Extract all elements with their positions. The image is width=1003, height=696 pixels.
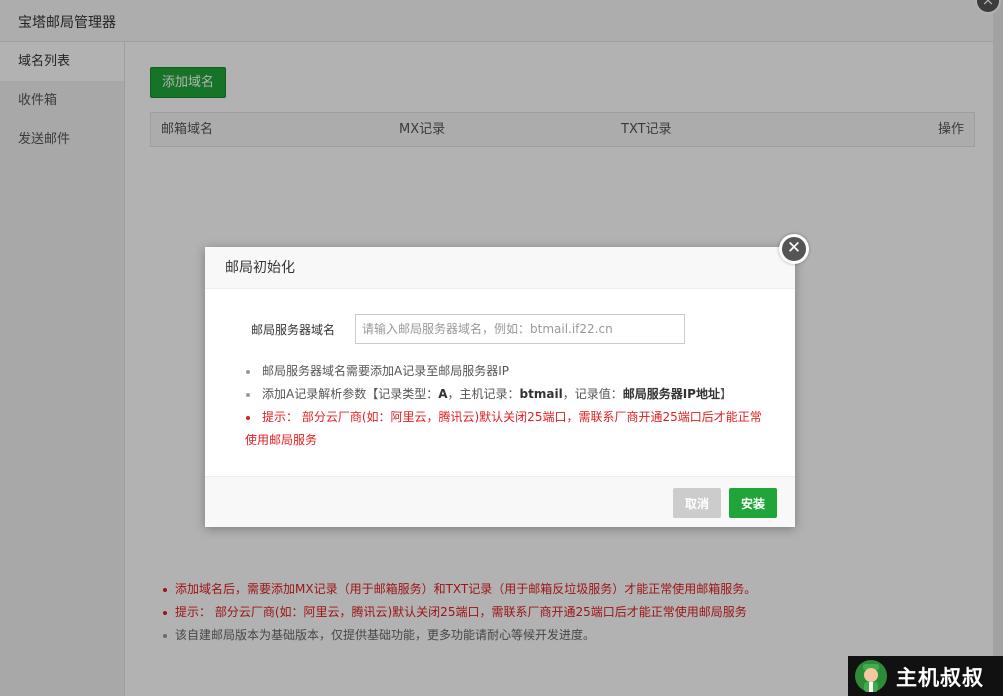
- tip-record-value: 邮局服务器IP地址: [622, 387, 720, 401]
- watermark-text: 主机叔叔: [896, 665, 984, 690]
- watermark-logo: 主机叔叔: [848, 656, 1003, 696]
- dialog-close-icon[interactable]: ✕: [779, 234, 809, 264]
- tip-item: 添加A记录解析参数【记录类型：A，主机记录：btmail，记录值：邮局服务器IP…: [245, 383, 765, 406]
- tip-item-warning: 提示： 部分云厂商(如：阿里云，腾讯云)默认关闭25端口，需联系厂商开通25端口…: [245, 406, 765, 452]
- tip-text: 添加A记录解析参数【记录类型：: [262, 387, 439, 401]
- tip-host-record: btmail: [519, 387, 563, 401]
- tip-text: ，主机记录：: [447, 387, 520, 401]
- mascot-icon: [855, 660, 887, 692]
- init-dialog: 邮局初始化 邮局服务器域名 邮局服务器域名需要添加A记录至邮局服务器IP 添加A…: [205, 234, 809, 527]
- domain-form-row: 邮局服务器域名: [205, 314, 795, 344]
- tip-text: 】: [719, 387, 732, 401]
- tip-text: ，记录值：: [562, 387, 623, 401]
- dialog-tips: 邮局服务器域名需要添加A记录至邮局服务器IP 添加A记录解析参数【记录类型：A，…: [245, 360, 765, 452]
- cancel-button[interactable]: 取消: [673, 488, 721, 518]
- tip-record-type: A: [438, 387, 448, 401]
- dialog-title: 邮局初始化: [205, 247, 795, 289]
- tip-item: 邮局服务器域名需要添加A记录至邮局服务器IP: [245, 360, 765, 383]
- dialog-footer: 取消 安装: [205, 476, 795, 527]
- install-button[interactable]: 安装: [729, 488, 777, 518]
- domain-field-label: 邮局服务器域名: [251, 323, 336, 337]
- mail-server-domain-input[interactable]: [355, 314, 685, 344]
